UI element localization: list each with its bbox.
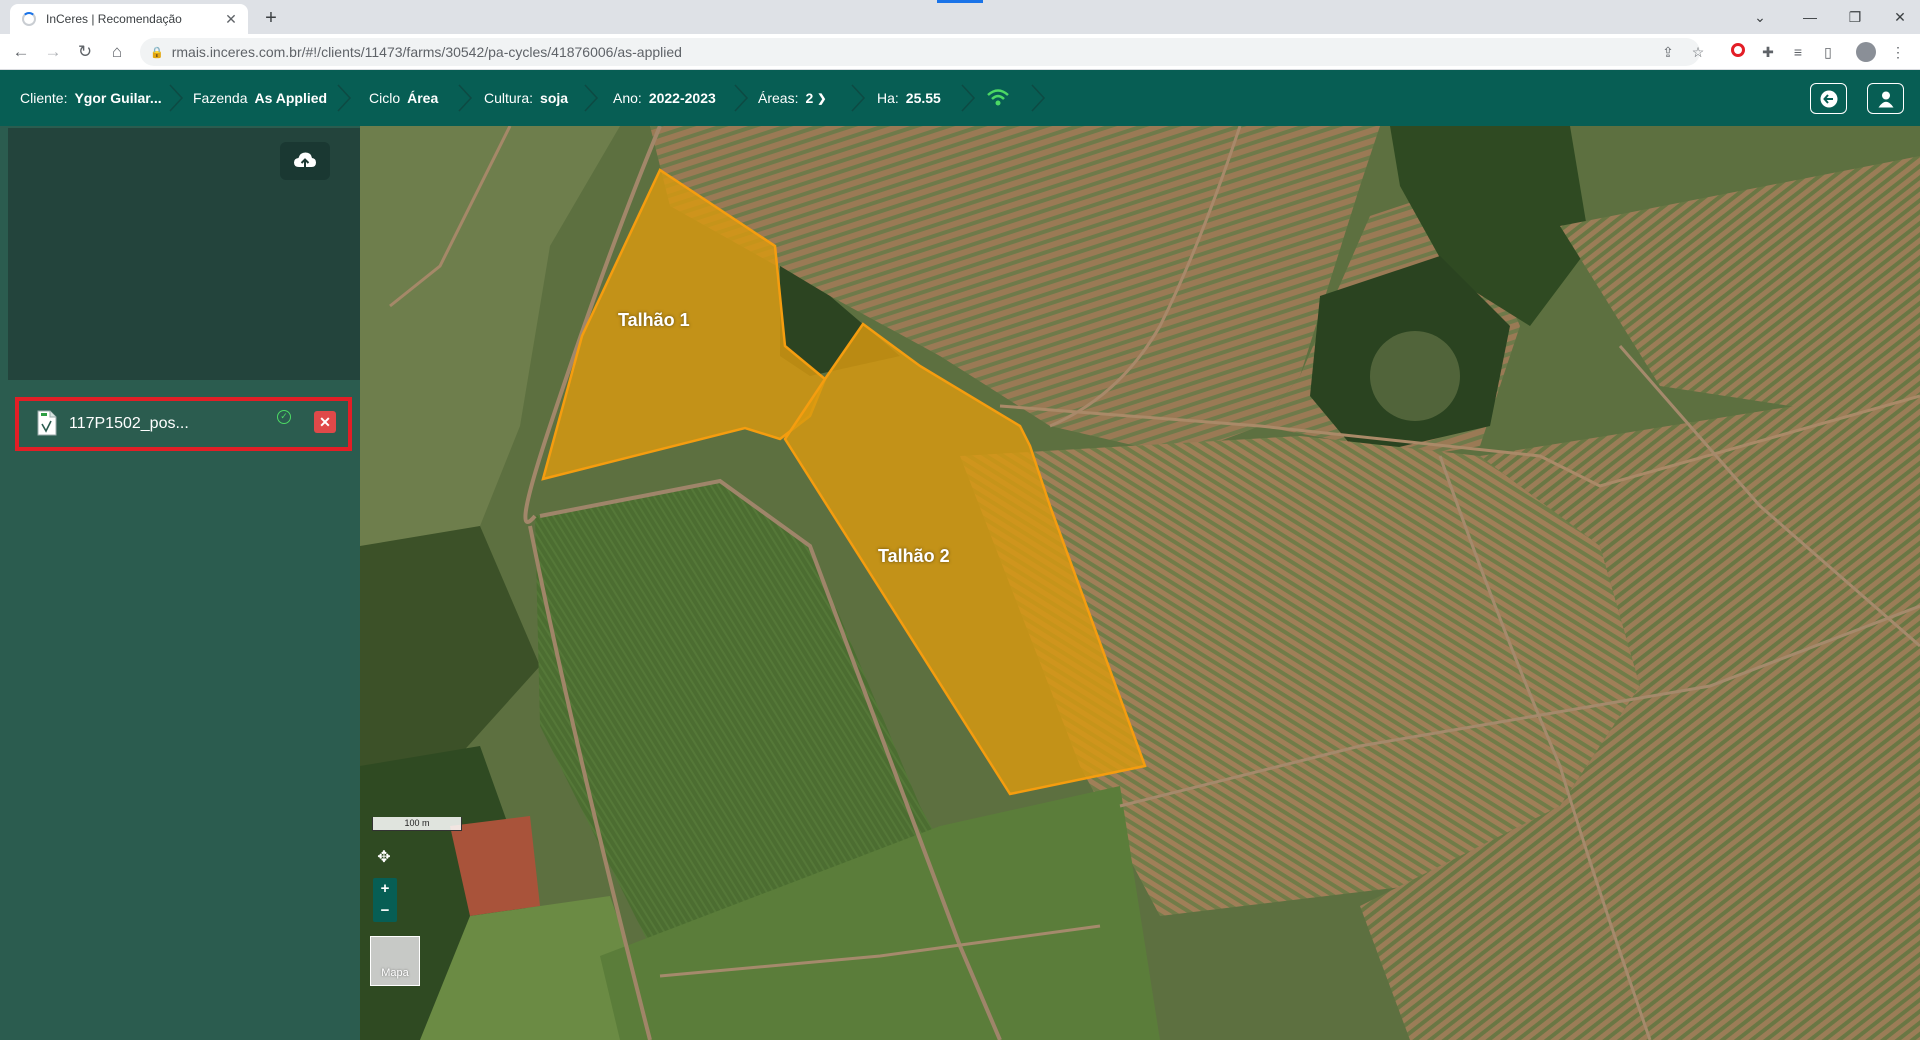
ciclo-value: Área: [407, 90, 439, 106]
zoom-control: + −: [373, 878, 397, 922]
cultura-value: soja: [540, 90, 569, 106]
areas-value: 2: [805, 90, 814, 106]
url-text: rmais.inceres.com.br/#!/clients/11473/fa…: [171, 44, 682, 60]
ha-value: 25.55: [905, 90, 941, 106]
upload-button[interactable]: [280, 142, 330, 180]
check-circle-icon: ✓: [277, 410, 291, 424]
file-list-item[interactable]: 117P1502_pos... ✓ ✕: [15, 397, 352, 451]
breadcrumb-cultura[interactable]: Cultura: soja: [484, 70, 568, 126]
upload-panel: [8, 128, 360, 380]
reload-icon[interactable]: ↻: [72, 40, 98, 64]
bookmark-star-icon[interactable]: ☆: [1688, 42, 1708, 62]
side-panel-icon[interactable]: ▯: [1818, 42, 1838, 62]
restore-icon[interactable]: ❐: [1835, 4, 1875, 30]
tab-strip-indicator: [937, 0, 983, 3]
lock-icon: 🔒: [150, 46, 164, 59]
cliente-value: Ygor Guilar...: [74, 90, 162, 106]
breadcrumb-ciclo[interactable]: Ciclo Área: [369, 70, 438, 126]
file-document-icon: [37, 410, 57, 436]
browser-tab[interactable]: InCeres | Recomendação ✕: [10, 4, 248, 34]
file-name: 117P1502_pos...: [69, 415, 189, 432]
breadcrumb-separator: [734, 84, 749, 112]
zoom-in-button[interactable]: +: [373, 878, 397, 900]
chevron-down-icon: ❯: [817, 92, 827, 105]
ciclo-label: Ciclo: [369, 90, 401, 106]
wifi-icon: [987, 89, 1009, 106]
tab-search-icon[interactable]: ⌄: [1740, 4, 1780, 30]
opera-icon[interactable]: [1728, 42, 1748, 62]
url-field[interactable]: 🔒 rmais.inceres.com.br/#!/clients/11473/…: [140, 38, 1700, 66]
areas-label: Áreas:: [758, 90, 799, 106]
media-control-icon[interactable]: ≡: [1788, 42, 1808, 62]
delete-file-button[interactable]: ✕: [314, 411, 336, 433]
basemap-layer-button[interactable]: Mapa: [370, 936, 420, 986]
satellite-imagery: [360, 126, 1920, 1040]
zoom-out-button[interactable]: −: [373, 900, 397, 922]
browser-tab-bar: InCeres | Recomendação ✕ + ⌄ — ❐ ✕: [0, 0, 1920, 34]
breadcrumb-ano[interactable]: Ano: 2022-2023: [613, 70, 716, 126]
breadcrumb-separator: [851, 84, 866, 112]
breadcrumb-separator: [961, 84, 976, 112]
breadcrumb-separator: [169, 84, 184, 112]
arrow-left-icon: [1820, 90, 1837, 107]
ano-value: 2022-2023: [648, 90, 716, 106]
home-icon[interactable]: ⌂: [104, 40, 130, 64]
user-profile-button[interactable]: [1867, 83, 1904, 114]
tab-title: InCeres | Recomendação: [46, 12, 182, 26]
minimize-icon[interactable]: —: [1790, 4, 1830, 30]
loading-spinner-icon: [22, 12, 36, 26]
cliente-label: Cliente:: [20, 90, 68, 106]
window-close-icon[interactable]: ✕: [1880, 4, 1920, 30]
breadcrumb-fazenda[interactable]: Fazenda As Applied: [193, 70, 327, 126]
map-view[interactable]: Talhão 1 Talhão 2 100 m ✥ + − Mapa: [360, 126, 1920, 1040]
breadcrumb-separator: [337, 84, 352, 112]
tab-close-icon[interactable]: ✕: [222, 11, 240, 28]
app-header: Cliente: Ygor Guilar... Fazenda As Appli…: [0, 70, 1920, 126]
sidebar: 117P1502_pos... ✓ ✕: [0, 126, 360, 1040]
profile-avatar[interactable]: [1856, 42, 1876, 62]
breadcrumb-ha: Ha: 25.55: [877, 70, 941, 126]
scale-bar: 100 m: [372, 817, 462, 831]
pan-move-icon[interactable]: ✥: [374, 848, 394, 868]
breadcrumb-cliente[interactable]: Cliente: Ygor Guilar...: [20, 70, 162, 126]
back-button[interactable]: [1810, 83, 1847, 114]
fazenda-label: Fazenda: [193, 90, 248, 106]
breadcrumb-areas[interactable]: Áreas: 2 ❯: [758, 70, 826, 126]
breadcrumb-separator: [458, 84, 473, 112]
field-label-talhao-1: Talhão 1: [618, 310, 690, 330]
address-bar: ← → ↻ ⌂ 🔒 rmais.inceres.com.br/#!/client…: [0, 34, 1920, 70]
breadcrumb-separator: [584, 84, 599, 112]
browser-menu-icon[interactable]: ⋮: [1888, 42, 1908, 62]
cultura-label: Cultura:: [484, 90, 534, 106]
back-arrow-icon[interactable]: ←: [8, 40, 34, 64]
cloud-upload-icon: [294, 152, 316, 170]
fazenda-value: As Applied: [254, 90, 328, 106]
share-icon[interactable]: ⇪: [1658, 42, 1678, 62]
user-icon: [1878, 91, 1893, 107]
new-tab-button[interactable]: +: [258, 6, 284, 32]
forward-arrow-icon[interactable]: →: [40, 40, 66, 64]
ha-label: Ha:: [877, 90, 899, 106]
field-label-talhao-2: Talhão 2: [878, 546, 950, 566]
extensions-puzzle-icon[interactable]: ✚: [1758, 42, 1778, 62]
breadcrumb-separator: [1031, 84, 1046, 112]
ano-label: Ano:: [613, 90, 642, 106]
